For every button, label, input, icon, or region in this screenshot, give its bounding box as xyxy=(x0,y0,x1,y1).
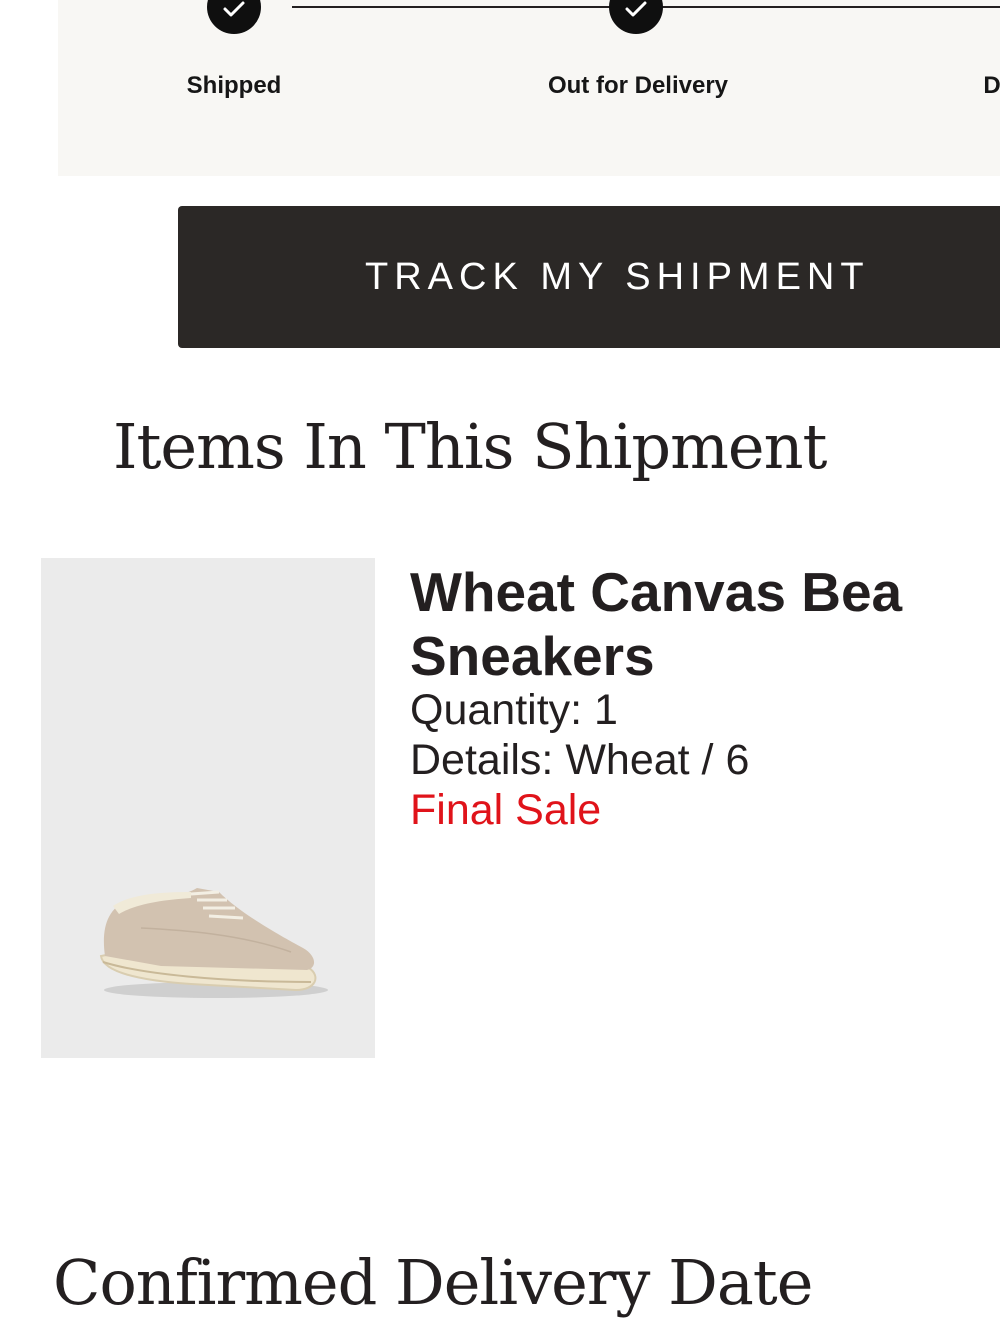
item-details: Details: Wheat / 6 xyxy=(410,736,750,784)
item-name[interactable]: Wheat Canvas Bea Sneakers xyxy=(410,560,1000,688)
order-tracking-page: Shipped Out for Delivery D TRACK MY SHIP… xyxy=(0,0,1000,1333)
step-label-delivered: D xyxy=(983,72,1000,99)
step-shipped-check-icon xyxy=(207,0,261,34)
step-out-for-delivery-check-icon xyxy=(609,0,663,34)
items-section-title: Items In This Shipment xyxy=(113,410,827,483)
delivery-section-title: Confirmed Delivery Date xyxy=(53,1246,813,1319)
step-label-shipped: Shipped xyxy=(186,72,282,99)
item-name-line2: Sneakers xyxy=(410,625,655,687)
item-name-line1: Wheat Canvas Bea xyxy=(410,561,903,623)
track-button-label: TRACK MY SHIPMENT xyxy=(365,255,870,298)
final-sale-badge: Final Sale xyxy=(410,786,602,834)
track-my-shipment-button[interactable]: TRACK MY SHIPMENT xyxy=(178,206,1000,348)
shipment-progress-tracker: Shipped Out for Delivery D xyxy=(58,0,1000,176)
step-label-out-for-delivery: Out for Delivery xyxy=(547,72,729,99)
sneaker-image xyxy=(99,888,328,998)
product-image[interactable] xyxy=(41,558,375,1058)
item-quantity: Quantity: 1 xyxy=(410,686,618,734)
